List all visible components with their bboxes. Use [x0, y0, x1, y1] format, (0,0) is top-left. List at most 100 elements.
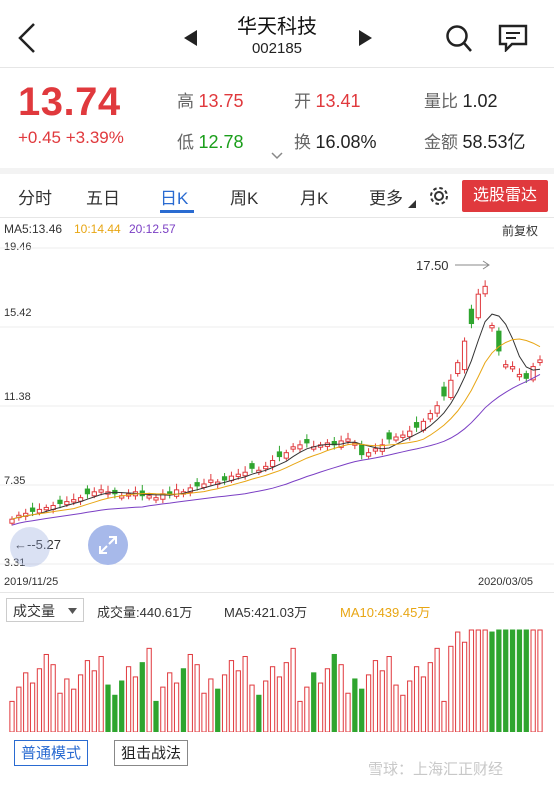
volume-bar — [324, 668, 331, 732]
volume-ratio-quote: 量比 1.02 — [424, 87, 498, 112]
tab-weekly-k[interactable]: 周K — [230, 184, 258, 209]
volume-bar — [139, 662, 145, 732]
volume-bar — [523, 629, 529, 732]
volume-bar — [167, 672, 173, 732]
price-adjust-toggle[interactable]: 前复权 — [502, 222, 538, 239]
candle — [23, 508, 29, 521]
volume-bar — [208, 678, 214, 732]
volume-bar — [290, 647, 296, 732]
candle — [434, 401, 440, 418]
volume-ratio-label: 量比 — [424, 92, 458, 111]
next-stock-icon[interactable] — [358, 30, 372, 46]
volume-bar — [194, 664, 200, 732]
tab-daily-k[interactable]: 日K — [160, 184, 188, 209]
candle — [448, 374, 454, 400]
volume-bar — [455, 631, 461, 732]
volume-bar — [173, 682, 180, 732]
divider — [0, 592, 554, 593]
tab-more[interactable]: 更多 — [369, 184, 403, 209]
candle — [372, 443, 379, 455]
volume-ma5: MA5:421.03万 — [224, 605, 308, 620]
volume-bar — [482, 629, 488, 732]
normal-mode-button[interactable]: 普通模式 — [14, 740, 89, 766]
candle — [516, 368, 523, 381]
price-change: +0.45 +3.39% — [18, 128, 124, 148]
volume-bar — [16, 686, 22, 732]
expand-icon — [99, 536, 117, 554]
volume-bar — [98, 656, 104, 732]
volume-chart[interactable] — [0, 626, 554, 732]
divider — [0, 67, 554, 68]
candle — [400, 430, 406, 441]
max-price-label: 17.50 — [416, 258, 449, 273]
volume-bar — [57, 692, 63, 732]
divider — [0, 217, 554, 218]
candle — [84, 485, 91, 499]
back-arrow-icon[interactable] — [16, 22, 38, 54]
sniper-mode-button[interactable]: 狙击战法 — [114, 740, 189, 766]
ma5-line — [11, 313, 541, 520]
volume-bar — [71, 688, 77, 732]
volume-bar — [304, 686, 310, 732]
volume-bar — [530, 629, 536, 732]
volume-ratio-value: 1.02 — [462, 91, 498, 111]
tab-five-day[interactable]: 五日 — [86, 184, 120, 209]
candle — [297, 440, 303, 453]
open-label: 开 — [294, 92, 311, 111]
amount-quote: 金额 58.53亿 — [424, 128, 526, 154]
candle — [256, 466, 262, 475]
gear-icon[interactable] — [428, 185, 450, 207]
date-start-label: 2019/11/25 — [4, 576, 59, 588]
volume-bar — [119, 680, 125, 732]
low-quote: 低 12.78 — [177, 128, 244, 153]
max-arrow-icon — [455, 260, 490, 270]
active-tab-indicator — [160, 210, 194, 213]
volume-bar — [372, 660, 379, 732]
candle — [167, 486, 173, 499]
high-label: 高 — [177, 92, 194, 111]
volume-bar — [9, 700, 15, 732]
candle — [160, 489, 166, 504]
candle — [482, 280, 488, 297]
turnover-value: 16.08% — [315, 132, 377, 152]
candle — [503, 360, 509, 370]
volume-bar — [125, 666, 132, 732]
volume-indicator-select[interactable]: 成交量 — [6, 598, 84, 622]
volume-bar — [276, 676, 283, 732]
candle — [475, 288, 481, 321]
volume-bar — [263, 680, 269, 732]
volume-bar — [180, 668, 187, 732]
volume-bar — [331, 653, 337, 732]
candle — [173, 483, 180, 499]
volume-ma10: MA10:439.45万 — [340, 605, 431, 620]
stock-radar-button[interactable]: 选股雷达 — [462, 180, 548, 212]
volume-bar — [91, 670, 97, 732]
open-quote: 开 13.41 — [294, 87, 361, 112]
max-price-value: 17.50 — [416, 258, 449, 273]
candle — [338, 435, 344, 450]
candle — [187, 484, 193, 497]
candle — [105, 485, 111, 499]
candle — [509, 361, 516, 373]
volume-bar — [516, 629, 523, 732]
volume-bar — [256, 694, 262, 732]
turnover-label: 换 — [294, 133, 311, 152]
candle — [496, 327, 502, 356]
prev-stock-icon[interactable] — [184, 30, 198, 46]
search-icon[interactable] — [445, 24, 473, 54]
candle — [276, 445, 283, 462]
ma20-legend: 20:12.57 — [129, 222, 176, 236]
tab-monthly-k[interactable]: 月K — [300, 184, 328, 209]
volume-bar — [29, 682, 36, 732]
comment-icon[interactable] — [498, 24, 528, 52]
fullscreen-button[interactable] — [88, 525, 128, 565]
volume-bar — [503, 629, 509, 732]
candle — [77, 494, 84, 506]
stock-name: 华天科技 — [237, 16, 317, 38]
volume-bar — [160, 686, 166, 732]
candlestick-chart[interactable] — [0, 238, 554, 570]
expand-chevron-icon[interactable] — [271, 152, 283, 160]
scroll-left-button[interactable] — [10, 527, 50, 567]
high-quote: 高 13.75 — [177, 87, 244, 112]
tab-intraday[interactable]: 分时 — [18, 184, 52, 209]
